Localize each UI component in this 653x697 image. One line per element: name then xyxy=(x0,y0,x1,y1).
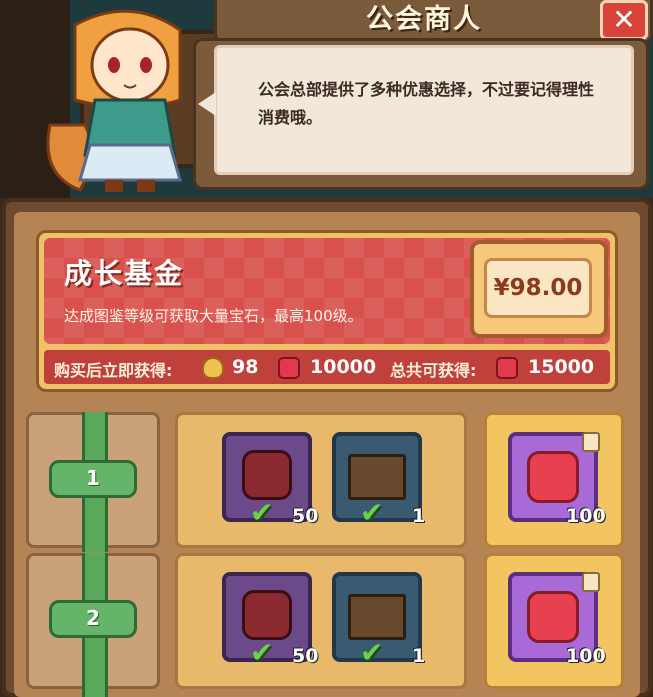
reward-quantity: 1 xyxy=(412,645,426,667)
close-icon: ✕ xyxy=(612,3,636,36)
growth-fund-description: 达成图鉴等级可获取大量宝石，最高100级。 xyxy=(64,307,363,325)
total-reward-label: 总共可获得: xyxy=(390,361,477,380)
gold-pouch-icon xyxy=(202,357,224,379)
book-icon xyxy=(348,594,406,640)
dialog-pointer xyxy=(198,92,216,116)
free-reward-column xyxy=(175,553,467,689)
claimed-check-icon: ✔ xyxy=(250,496,274,529)
reward-quantity: 50 xyxy=(292,645,319,667)
claimed-check-icon: ✔ xyxy=(250,636,274,669)
immediate-gem-amount: 10000 xyxy=(310,356,377,378)
immediate-reward-label: 购买后立即获得: xyxy=(54,361,173,380)
level-badge: 2 xyxy=(49,600,137,638)
free-reward-column xyxy=(175,412,467,548)
book-icon xyxy=(348,454,406,500)
lock-icon xyxy=(582,432,600,452)
gem-icon xyxy=(496,357,518,379)
reward-quantity: 1 xyxy=(412,505,426,527)
red-gem-icon xyxy=(527,451,579,503)
page-title: 公会商人 xyxy=(366,4,482,35)
dialog-text: 公会总部提供了多种优惠选择，不过要记得理性消费哦。 xyxy=(258,80,595,127)
close-button[interactable]: ✕ xyxy=(600,0,648,40)
lock-icon xyxy=(582,572,600,592)
reward-quantity: 100 xyxy=(566,505,606,527)
price-label[interactable]: ¥98.00 xyxy=(484,258,592,318)
red-gem-icon xyxy=(527,591,579,643)
immediate-gold-amount: 98 xyxy=(232,356,259,378)
gem-icon xyxy=(278,357,300,379)
total-gem-amount: 15000 xyxy=(528,356,595,378)
claimed-check-icon: ✔ xyxy=(360,496,384,529)
level-badge: 1 xyxy=(49,460,137,498)
claimed-check-icon: ✔ xyxy=(360,636,384,669)
growth-fund-title: 成长基金 xyxy=(64,257,185,290)
reward-quantity: 50 xyxy=(292,505,319,527)
dark-gem-icon xyxy=(242,450,292,500)
reward-quantity: 100 xyxy=(566,645,606,667)
dark-gem-icon xyxy=(242,590,292,640)
